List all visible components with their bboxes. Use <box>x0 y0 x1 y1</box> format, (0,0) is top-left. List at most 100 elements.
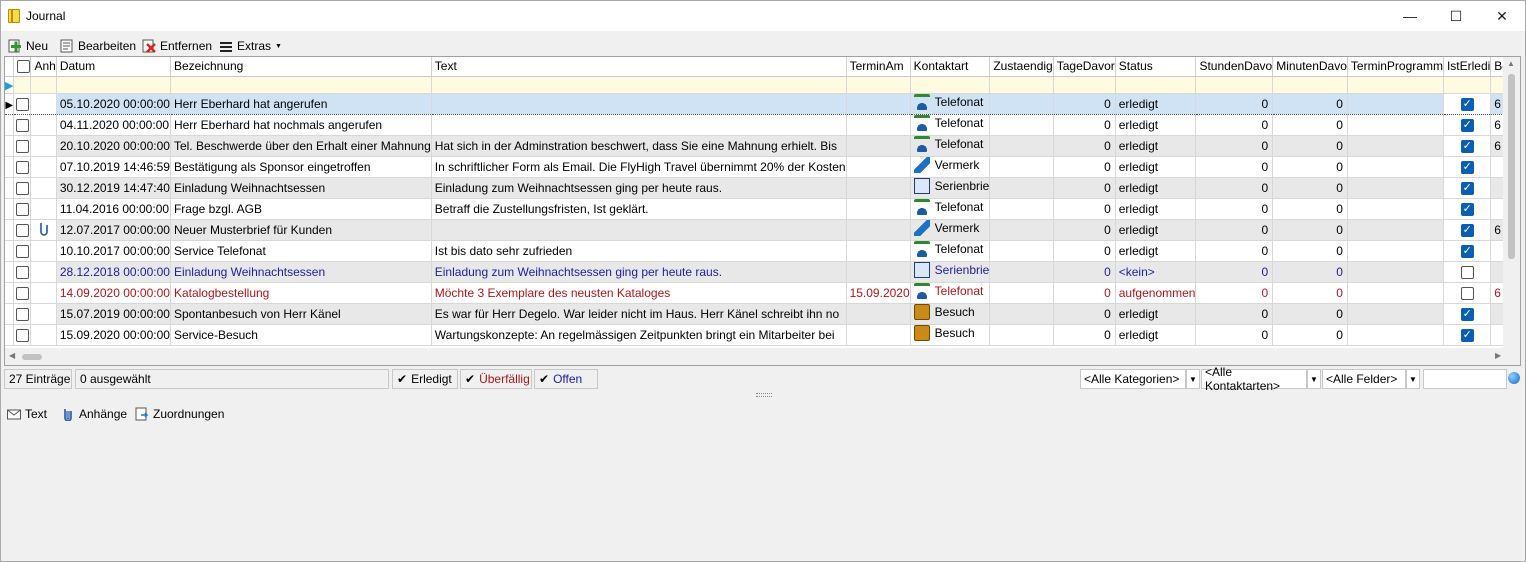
hours-before-cell[interactable]: 0 <box>1195 92 1274 115</box>
row-indicator[interactable] <box>5 156 15 178</box>
row-select-checkbox[interactable] <box>15 223 29 237</box>
done-cell[interactable] <box>1443 135 1492 157</box>
date-cell[interactable]: 11.04.2016 00:00:00 <box>56 198 171 220</box>
responsible-cell[interactable] <box>989 219 1054 241</box>
days-before-cell[interactable]: 0 <box>1053 324 1116 346</box>
filter-open-button[interactable]: ✔ Offen <box>534 369 598 389</box>
row-select-checkbox[interactable] <box>15 265 29 279</box>
edit-button[interactable]: Bearbeiten <box>60 37 136 55</box>
done-checkbox[interactable] <box>1460 286 1474 300</box>
row-checkbox-cell[interactable] <box>13 282 32 304</box>
done-checkbox[interactable] <box>1460 265 1474 279</box>
row-indicator[interactable] <box>5 261 15 283</box>
table-row[interactable]: 10.10.2017 00:00:00 Service Telefonat Ist … <box>5 240 1520 262</box>
date-cell[interactable]: 14.09.2020 00:00:00 <box>56 282 171 304</box>
hours-before-cell[interactable]: 0 <box>1195 156 1274 178</box>
date-cell[interactable]: 15.09.2020 00:00:00 <box>56 324 171 346</box>
text-cell[interactable]: Möchte 3 Exemplare des neusten Kataloges <box>431 282 847 304</box>
termin-cell[interactable] <box>846 261 911 283</box>
title-cell[interactable]: Tel. Beschwerde über den Erhalt einer Ma… <box>170 135 432 157</box>
done-cell[interactable] <box>1443 156 1492 178</box>
days-before-cell[interactable]: 0 <box>1053 156 1116 178</box>
column-header[interactable]: StundenDavo <box>1195 57 1274 77</box>
days-before-cell[interactable]: 0 <box>1053 114 1116 136</box>
termin-program-cell[interactable] <box>1347 261 1444 283</box>
done-cell[interactable] <box>1443 240 1492 262</box>
category-dropdown-arrow[interactable]: ▼ <box>1186 369 1200 389</box>
row-checkbox-cell[interactable] <box>13 303 32 325</box>
minutes-before-cell[interactable]: 0 <box>1272 156 1348 178</box>
hours-before-cell[interactable]: 0 <box>1195 282 1274 304</box>
hours-before-cell[interactable]: 0 <box>1195 198 1274 220</box>
maximize-button[interactable]: ☐ <box>1433 1 1479 31</box>
horizontal-scrollbar[interactable]: ◀ ▶ <box>5 348 1520 365</box>
responsible-cell[interactable] <box>989 282 1054 304</box>
termin-program-cell[interactable] <box>1347 219 1444 241</box>
contact-type-cell[interactable]: Telefonat <box>910 240 991 262</box>
status-cell[interactable]: erledigt <box>1115 92 1197 115</box>
column-header[interactable]: Text <box>431 57 847 77</box>
days-before-cell[interactable]: 0 <box>1053 303 1116 325</box>
title-cell[interactable]: Frage bzgl. AGB <box>170 198 432 220</box>
scroll-right-icon[interactable]: ▶ <box>1495 351 1501 360</box>
filter-cell[interactable] <box>170 76 432 94</box>
responsible-cell[interactable] <box>989 135 1054 157</box>
row-checkbox-cell[interactable] <box>13 198 32 220</box>
table-row[interactable]: 15.07.2019 00:00:00 Spontanbesuch von Her… <box>5 303 1520 325</box>
table-row[interactable]: ▶ 05.10.2020 00:00:00 Herr Eberhard hat an… <box>5 92 1520 115</box>
horizontal-scroll-thumb[interactable] <box>22 354 42 360</box>
new-button[interactable]: Neu <box>8 37 48 55</box>
done-checkbox[interactable] <box>1460 202 1474 216</box>
row-indicator[interactable] <box>5 219 15 241</box>
column-header[interactable]: MinutenDavo <box>1272 57 1348 77</box>
filter-cell[interactable] <box>1272 76 1348 94</box>
filter-cell[interactable] <box>1347 76 1444 94</box>
minutes-before-cell[interactable]: 0 <box>1272 240 1348 262</box>
termin-cell[interactable] <box>846 303 911 325</box>
responsible-cell[interactable] <box>989 92 1054 115</box>
text-cell[interactable] <box>431 92 847 115</box>
select-all-header[interactable] <box>13 57 32 77</box>
title-cell[interactable]: Herr Eberhard hat nochmals angerufen <box>170 114 432 136</box>
title-cell[interactable]: Herr Eberhard hat angerufen <box>170 92 432 115</box>
text-cell[interactable] <box>431 219 847 241</box>
done-checkbox[interactable] <box>1460 307 1474 321</box>
filter-cell[interactable] <box>910 76 991 94</box>
table-row[interactable]: 20.10.2020 00:00:00 Tel. Beschwerde über … <box>5 135 1520 157</box>
termin-cell[interactable] <box>846 135 911 157</box>
field-select[interactable]: <Alle Felder> <box>1322 369 1406 389</box>
hours-before-cell[interactable]: 0 <box>1195 240 1274 262</box>
responsible-cell[interactable] <box>989 303 1054 325</box>
status-cell[interactable]: erledigt <box>1115 219 1197 241</box>
termin-cell[interactable] <box>846 114 911 136</box>
attachment-cell[interactable] <box>30 177 57 199</box>
done-cell[interactable] <box>1443 303 1492 325</box>
contact-type-select[interactable]: <Alle Kontaktarten> <box>1201 365 1307 393</box>
contact-type-cell[interactable]: Besuch <box>910 303 991 325</box>
attachment-cell[interactable] <box>30 198 57 220</box>
filter-cell[interactable] <box>431 76 847 94</box>
table-row[interactable]: 15.09.2020 00:00:00 Service-Besuch Wartung… <box>5 324 1520 346</box>
row-checkbox-cell[interactable] <box>13 240 32 262</box>
column-header[interactable]: IstErledi <box>1443 57 1492 77</box>
row-checkbox-cell[interactable] <box>13 324 32 346</box>
termin-program-cell[interactable] <box>1347 92 1444 115</box>
status-cell[interactable]: erledigt <box>1115 198 1197 220</box>
text-cell[interactable]: Einladung zum Weihnachtsessen ging per h… <box>431 261 847 283</box>
done-cell[interactable] <box>1443 219 1492 241</box>
date-cell[interactable]: 30.12.2019 14:47:40 <box>56 177 171 199</box>
attachment-cell[interactable] <box>30 219 57 241</box>
done-checkbox[interactable] <box>1460 244 1474 258</box>
row-indicator[interactable] <box>5 114 15 136</box>
table-row[interactable]: 30.12.2019 14:47:40 Einladung Weihnachtse… <box>5 177 1520 199</box>
done-cell[interactable] <box>1443 282 1492 304</box>
attachment-cell[interactable] <box>30 114 57 136</box>
status-cell[interactable]: erledigt <box>1115 156 1197 178</box>
row-select-checkbox[interactable] <box>15 97 29 111</box>
termin-program-cell[interactable] <box>1347 282 1444 304</box>
termin-program-cell[interactable] <box>1347 156 1444 178</box>
days-before-cell[interactable]: 0 <box>1053 177 1116 199</box>
done-cell[interactable] <box>1443 177 1492 199</box>
date-cell[interactable]: 10.10.2017 00:00:00 <box>56 240 171 262</box>
date-cell[interactable]: 05.10.2020 00:00:00 <box>56 92 171 115</box>
